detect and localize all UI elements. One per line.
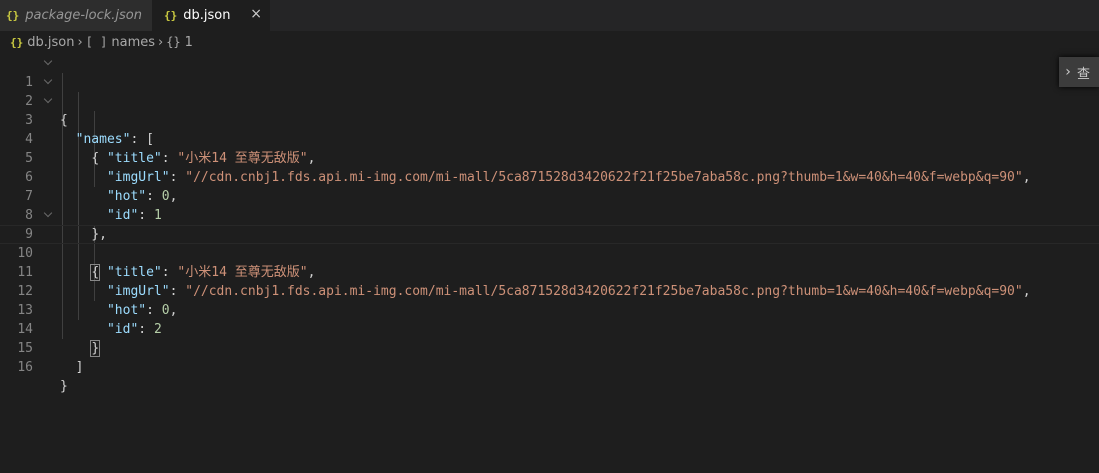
fold-chevron-icon[interactable]	[43, 73, 55, 92]
tab-label: package-lock.json	[25, 8, 143, 23]
json-file-icon: {}	[164, 9, 178, 22]
code-line: 7 "id": 1	[0, 168, 1099, 223]
code-line: 3 {	[0, 92, 1099, 166]
array-icon: [ ]	[85, 35, 108, 49]
tab-db-json[interactable]: {} db.json ×	[152, 0, 270, 31]
tab-label: db.json	[183, 8, 231, 23]
find-widget[interactable]: › 查	[1059, 57, 1099, 87]
breadcrumb: {} db.json › [ ] names › {} 1	[0, 31, 1099, 53]
chevron-right-icon: ›	[158, 34, 164, 50]
code-line: 1 {	[0, 54, 1099, 128]
code-line: 15 ]	[0, 320, 1099, 375]
tab-bar: {} package-lock.json {} db.json ×	[0, 0, 1099, 31]
chevron-right-icon[interactable]: ›	[1059, 64, 1077, 80]
code-text: }	[60, 379, 68, 394]
code-line: 11 "imgUrl": "//cdn.cnbj1.fds.api.mi-img…	[0, 244, 1099, 299]
tab-package-lock-json[interactable]: {} package-lock.json	[0, 0, 152, 31]
object-icon: {}	[166, 35, 181, 49]
json-file-icon: {}	[6, 9, 20, 22]
code-line: 5 "imgUrl": "//cdn.cnbj1.fds.api.mi-img.…	[0, 130, 1099, 185]
code-line: 4 "title": "小米14 至尊无敌版",	[0, 111, 1099, 166]
breadcrumb-item-file[interactable]: db.json	[27, 35, 74, 50]
code-line: 16 }	[0, 339, 1099, 394]
fold-chevron-icon[interactable]	[43, 92, 55, 111]
fold-chevron-icon[interactable]	[43, 54, 55, 73]
code-line: 12 "hot": 0,	[0, 263, 1099, 318]
code-line-current: 10 "title": "小米14 至尊无敌版",	[0, 225, 1099, 280]
breadcrumb-item-names[interactable]: names	[111, 35, 155, 50]
code-line: 9 {	[0, 206, 1099, 281]
line-number: 16	[17, 360, 33, 375]
code-line: 6 "hot": 0,	[0, 149, 1099, 204]
json-file-icon: {}	[10, 35, 24, 49]
fold-chevron-icon[interactable]	[43, 206, 55, 225]
breadcrumb-item-object[interactable]: 1	[185, 35, 193, 50]
code-line: 8 },	[0, 187, 1099, 242]
find-widget-label: 查	[1077, 66, 1091, 82]
code-text: ]	[75, 360, 84, 375]
code-line: 2 "names": [	[0, 73, 1099, 147]
chevron-right-icon: ›	[77, 34, 83, 50]
close-icon[interactable]: ×	[250, 6, 262, 22]
code-line: 13 "id": 2	[0, 282, 1099, 337]
code-line: 14 }	[0, 301, 1099, 357]
code-editor[interactable]: 1 { 2 "names": [ 3 { 4 "title": "小米14 至尊…	[0, 54, 1099, 473]
